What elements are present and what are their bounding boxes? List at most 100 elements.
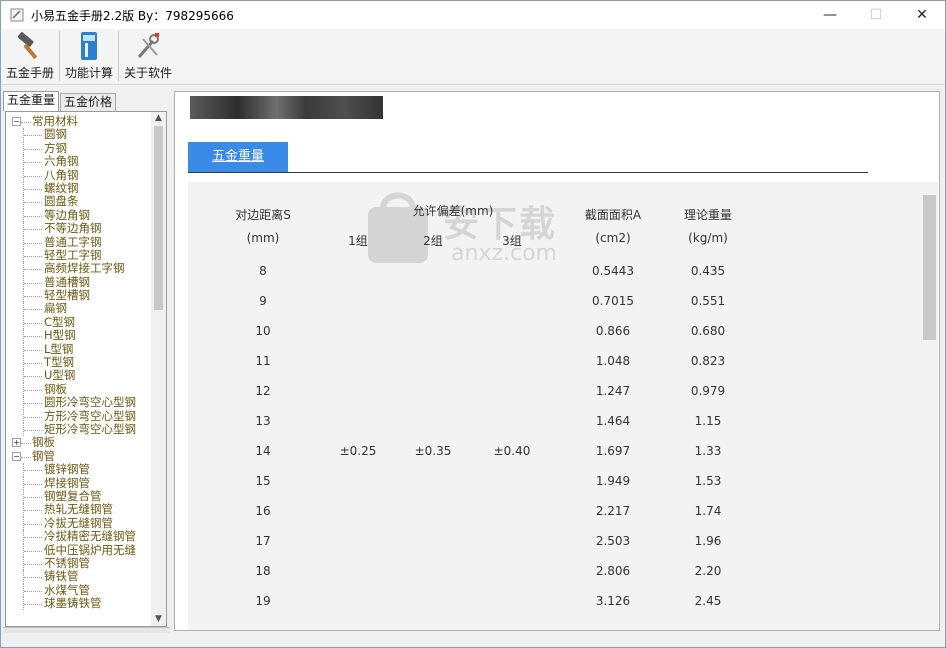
tree-item[interactable]: H型钢 bbox=[6, 329, 152, 343]
tree-item[interactable]: 铸铁管 bbox=[6, 570, 152, 584]
scroll-down-icon[interactable]: ▼ bbox=[151, 613, 166, 626]
tree-item[interactable]: 热轧无缝钢管 bbox=[6, 503, 152, 517]
tree-item[interactable]: 冷拔精密无缝钢管 bbox=[6, 530, 152, 544]
close-icon: ✕ bbox=[916, 7, 928, 23]
window-title: 小易五金手册2.2版 By：798295666 bbox=[31, 8, 234, 23]
tree-item[interactable]: L型钢 bbox=[6, 342, 152, 357]
tree-item[interactable]: 不等边角钢 bbox=[6, 222, 152, 236]
table-cell-s: 15 bbox=[255, 474, 271, 488]
tree-item-label: 冷拔无缝钢管 bbox=[44, 516, 113, 530]
tree-item[interactable]: C型钢 bbox=[6, 315, 152, 330]
tree-item[interactable]: 八角钢 bbox=[6, 168, 152, 182]
header-weight: 理论重量 bbox=[683, 208, 732, 222]
tree-item-label: T型钢 bbox=[44, 356, 75, 370]
tree-item[interactable]: 方钢 bbox=[6, 141, 152, 156]
tree-item[interactable]: 钢塑复合管 bbox=[6, 489, 152, 504]
content-scrollbar[interactable] bbox=[921, 182, 938, 630]
tab-weight-table[interactable]: 五金重量 bbox=[188, 142, 288, 172]
table-cell-area: 1.247 bbox=[595, 384, 631, 398]
tree-group[interactable]: + 钢板 bbox=[6, 436, 152, 449]
tree-group[interactable]: − 常用材料 bbox=[6, 115, 152, 128]
table-cell-weight: 1.15 bbox=[694, 414, 722, 428]
app-window: 小易五金手册2.2版 By：798295666 — ☐ ✕ 五金手册 功能计算 bbox=[0, 0, 946, 648]
tree-item-label: 轻型工字钢 bbox=[44, 248, 102, 262]
table-cell-g2: ±0.35 bbox=[414, 444, 452, 458]
hammer-icon bbox=[17, 31, 37, 59]
toolbar-hardware-manual-button[interactable]: 五金手册 bbox=[3, 29, 57, 83]
table-cell-area: 0.866 bbox=[595, 324, 631, 338]
tree-item[interactable]: U型钢 bbox=[6, 369, 152, 383]
minimize-icon: — bbox=[823, 7, 837, 23]
header-weight-unit: (kg/m) bbox=[688, 231, 728, 245]
tab-hardware-weight[interactable]: 五金重量 bbox=[3, 91, 60, 111]
table-cell-weight: 1.53 bbox=[694, 474, 722, 488]
close-button[interactable]: ✕ bbox=[899, 1, 945, 29]
tree-list: − 常用材料 圆钢 方钢 六角钢 八角钢 螺纹钢 圆盘条 等边角钢 不等边角钢 普通工字钢 轻型工字钢… bbox=[6, 115, 152, 611]
content-scroll-thumb[interactable] bbox=[923, 195, 936, 340]
tree-item[interactable]: 球墨铸铁管 bbox=[6, 597, 152, 611]
table-cell-s: 9 bbox=[259, 294, 267, 308]
category-tree[interactable]: − 常用材料 圆钢 方钢 六角钢 八角钢 螺纹钢 圆盘条 等边角钢 不等边角钢 普通工字钢 轻型工字钢… bbox=[5, 111, 167, 627]
tree-item[interactable]: 圆盘条 bbox=[6, 195, 152, 209]
tree-item[interactable]: 螺纹钢 bbox=[6, 181, 152, 196]
tree-item[interactable]: 高频焊接工字钢 bbox=[6, 262, 152, 276]
tree-item[interactable]: 普通槽钢 bbox=[6, 275, 152, 290]
expand-icon[interactable]: + bbox=[12, 438, 21, 448]
table-cell-weight: 0.435 bbox=[690, 264, 726, 278]
tree-item[interactable]: 低中压锅炉用无缝 bbox=[6, 543, 152, 557]
tree-item[interactable]: 普通工字钢 bbox=[6, 235, 152, 249]
tree-item-label: 常用材料 bbox=[32, 115, 78, 128]
tree-item[interactable]: 等边角钢 bbox=[6, 208, 152, 223]
tree-item[interactable]: 焊接钢管 bbox=[6, 476, 152, 490]
tree-item[interactable]: 扁钢 bbox=[6, 302, 152, 316]
tree-item[interactable]: 轻型槽钢 bbox=[6, 289, 152, 303]
tree-item[interactable]: 圆钢 bbox=[6, 128, 152, 142]
tree-item[interactable]: T型钢 bbox=[6, 356, 152, 370]
tree-item[interactable]: 矩形冷弯空心型钢 bbox=[6, 422, 152, 437]
table-cell-area: 1.048 bbox=[595, 354, 631, 368]
tree-item[interactable]: 钢板 bbox=[6, 382, 152, 397]
table-cell-weight: 0.979 bbox=[690, 384, 726, 398]
tree-item[interactable]: 镀锌钢管 bbox=[6, 463, 152, 477]
tree-scroll-thumb[interactable] bbox=[154, 126, 163, 310]
tree-item[interactable]: 不锈钢管 bbox=[6, 556, 152, 571]
tree-item-label: 冷拔精密无缝钢管 bbox=[44, 530, 136, 544]
table-cell-s: 17 bbox=[255, 534, 271, 548]
tab-hardware-price[interactable]: 五金价格 bbox=[60, 93, 117, 111]
tree-item[interactable]: 水煤气管 bbox=[6, 583, 152, 598]
table-cell-weight: 0.823 bbox=[690, 354, 726, 368]
tree-item[interactable]: 冷拔无缝钢管 bbox=[6, 516, 152, 531]
table-cell-s: 11 bbox=[255, 354, 271, 368]
table-cell-s: 19 bbox=[255, 594, 271, 608]
table-cell-weight: 1.74 bbox=[694, 504, 722, 518]
app-icon bbox=[10, 8, 24, 22]
collapse-icon[interactable]: − bbox=[12, 117, 21, 126]
tree-horizontal-scrollbar[interactable] bbox=[3, 627, 170, 633]
banner-image bbox=[190, 96, 383, 119]
tree-item-label: 钢板 bbox=[44, 382, 67, 396]
tree-item-label: 球墨铸铁管 bbox=[44, 597, 102, 611]
toolbar-label: 功能计算 bbox=[65, 66, 114, 80]
tree-item[interactable]: 方形冷弯空心型钢 bbox=[6, 409, 152, 423]
content-panel: 五金重量 对边距离S (mm) 允许偏差(mm) 1组 2组 3组 截面面积A … bbox=[174, 91, 940, 631]
scroll-up-icon[interactable]: ▲ bbox=[151, 112, 166, 125]
tree-item[interactable]: 圆形冷弯空心型钢 bbox=[6, 396, 152, 410]
tools-icon bbox=[137, 33, 160, 58]
table-cell-weight: 0.680 bbox=[690, 324, 726, 338]
maximize-button[interactable]: ☐ bbox=[853, 1, 899, 29]
tree-group[interactable]: − 钢管 bbox=[6, 450, 152, 463]
tree-scrollbar[interactable]: ▲ ▼ bbox=[151, 112, 166, 626]
watermark-logo: 安下载 anxz.com bbox=[363, 187, 593, 277]
tree-item[interactable]: 轻型工字钢 bbox=[6, 248, 152, 263]
toolbar-calculate-button[interactable]: 功能计算 bbox=[62, 29, 116, 83]
tree-item-label: 扁钢 bbox=[44, 302, 67, 316]
header-side-distance: 对边距离S bbox=[235, 208, 291, 222]
collapse-icon[interactable]: − bbox=[12, 451, 21, 461]
tree-item-label: 钢管 bbox=[32, 449, 55, 463]
minimize-button[interactable]: — bbox=[807, 1, 853, 29]
tree-item-label: 圆钢 bbox=[44, 128, 67, 142]
tree-item[interactable]: 六角钢 bbox=[6, 155, 152, 169]
toolbar-divider bbox=[59, 31, 61, 81]
toolbar-about-button[interactable]: 关于软件 bbox=[121, 29, 175, 83]
watermark-subtext: anxz.com bbox=[451, 241, 557, 266]
